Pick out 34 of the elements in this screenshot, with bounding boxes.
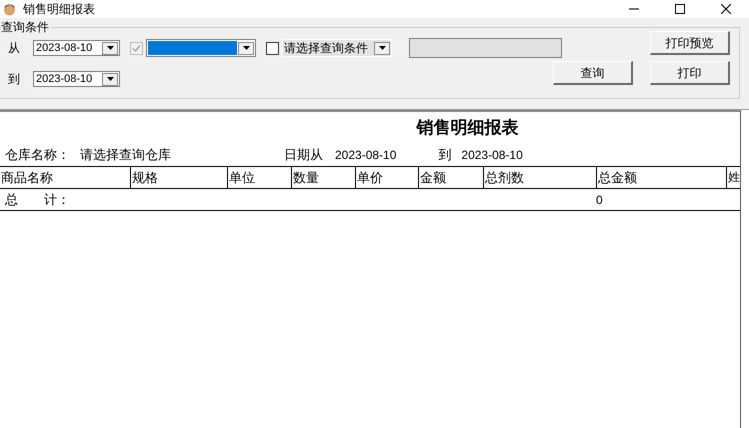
to-label: 到 — [8, 71, 21, 88]
app-icon — [3, 2, 16, 16]
date-to-label: 到 — [438, 146, 452, 164]
column-header: 姓 — [726, 167, 740, 188]
print-preview-button[interactable]: 打印预览 — [650, 31, 730, 55]
condition-dropdown[interactable]: 请选择查询条件 — [282, 39, 392, 57]
column-header: 金额 — [418, 167, 483, 188]
column-header: 数量 — [291, 167, 355, 188]
date-from: 2023-08-10 — [335, 147, 396, 164]
report-title: 销售明细报表 — [416, 117, 518, 140]
date-field[interactable]: 2023-08-10 — [33, 40, 120, 56]
column-header: 单价 — [355, 167, 418, 188]
checkbox[interactable] — [266, 42, 279, 54]
column-header: 单位 — [227, 167, 291, 188]
from-label: 从 — [8, 40, 21, 57]
column-header: 总剂数 — [483, 167, 596, 188]
query-button[interactable]: 查询 — [553, 61, 633, 85]
group-title: 查询条件 — [1, 19, 51, 35]
warehouse-label: 仓库名称： — [5, 146, 70, 164]
total-amount: 0 — [596, 192, 603, 208]
total-label: 总 计： — [5, 190, 71, 209]
column-header: 总金额 — [596, 167, 726, 188]
text-field[interactable] — [409, 38, 562, 58]
close-icon[interactable] — [721, 4, 731, 14]
dropdown[interactable] — [146, 39, 256, 57]
print-button[interactable]: 打印 — [650, 61, 730, 85]
column-header: 规格 — [130, 167, 227, 188]
warehouse-value: 请选择查询仓库 — [80, 146, 171, 164]
date-from-label: 日期从 — [284, 146, 323, 164]
column-header: 商品名称 — [0, 169, 54, 187]
window-title: 销售明细报表 — [23, 1, 95, 18]
date-field[interactable]: 2023-08-10 — [33, 71, 120, 87]
date-to: 2023-08-10 — [461, 147, 523, 164]
maximize-icon[interactable] — [675, 4, 685, 14]
